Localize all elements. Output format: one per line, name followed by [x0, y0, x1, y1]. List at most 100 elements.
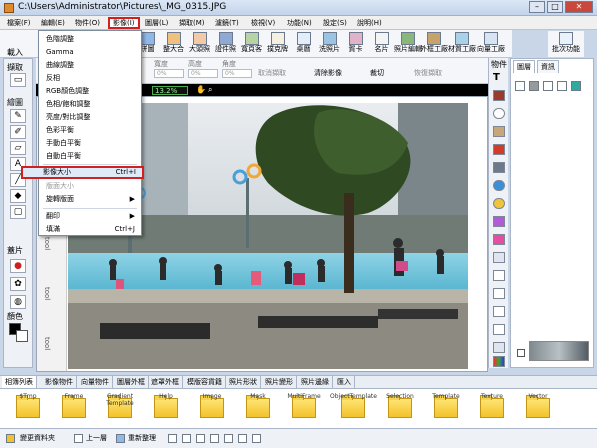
menu-item-rgb-adjust[interactable]: RGB顏色調整 — [39, 85, 141, 98]
hand-icon[interactable]: ✋ — [196, 85, 206, 94]
menu-capture[interactable]: 擷取(M) — [176, 17, 208, 29]
abc-bubble-icon[interactable] — [493, 108, 505, 119]
eraser-icon[interactable]: ▱ — [10, 141, 26, 155]
menu-image[interactable]: 影像(I) — [108, 17, 140, 29]
layer-property-icon[interactable] — [571, 81, 581, 91]
tool-texture-factory-button[interactable]: 材質工廠 — [448, 31, 476, 57]
zoom-level[interactable]: 13.2% — [152, 86, 188, 95]
folder-item[interactable]: Frame — [54, 392, 94, 428]
fill-tool-icon[interactable]: ◆ — [10, 189, 26, 203]
zoom-icon[interactable]: ⌕ — [208, 85, 212, 95]
shape-draw-icon[interactable] — [493, 234, 505, 245]
speech-bubble-icon[interactable] — [493, 270, 505, 281]
tool-poker-button[interactable]: 撲克牌 — [264, 31, 291, 57]
stamp-tool-icon[interactable]: ✿ — [10, 277, 26, 291]
clock-icon[interactable] — [493, 198, 505, 209]
maximize-button[interactable]: □ — [547, 1, 563, 13]
up-folder-icon[interactable] — [74, 434, 83, 443]
angle-field[interactable]: 0% — [222, 69, 252, 78]
view-icon[interactable] — [196, 434, 205, 443]
close-button[interactable]: ✕ — [565, 1, 593, 13]
menu-item-curves[interactable]: 曲線調整 — [39, 59, 141, 72]
pencil-icon[interactable]: ✐ — [10, 125, 26, 139]
shape-tool-icon[interactable]: ▢ — [10, 205, 26, 219]
menu-item-fill[interactable]: 填滿 Ctrl+J — [39, 223, 141, 236]
view-icon[interactable] — [238, 434, 247, 443]
menu-item-levels[interactable]: 色階調整 — [39, 33, 141, 46]
menu-item-auto-white-balance[interactable]: 自動白平衡 — [39, 150, 141, 163]
folder-open-icon[interactable] — [6, 434, 15, 443]
view-icon[interactable] — [182, 434, 191, 443]
view-icon[interactable] — [168, 434, 177, 443]
tool-greeting-card-button[interactable]: 賀卡 — [342, 31, 369, 57]
tool-id-photo-button[interactable]: 證件照 — [212, 31, 239, 57]
layer-thumbnail[interactable] — [529, 341, 589, 361]
tool-calendar-button[interactable]: 桌曆 — [290, 31, 317, 57]
menu-edit[interactable]: 編輯(E) — [38, 17, 68, 29]
text-object-icon[interactable]: T — [493, 72, 505, 83]
crop-button[interactable]: 裁切 — [370, 68, 384, 78]
menu-item-hue-saturation[interactable]: 色相/飽和調整 — [39, 98, 141, 111]
tool-wide-page-button[interactable]: 寬頁客 — [238, 31, 265, 57]
view-icon[interactable] — [210, 434, 219, 443]
restore-capture-button[interactable]: 恢復擷取 — [414, 68, 442, 78]
lips-stamp-icon[interactable]: ● — [10, 259, 26, 273]
clip-object-icon[interactable] — [493, 144, 505, 155]
height-field[interactable]: 0% — [188, 69, 218, 78]
layer-visibility-checkbox[interactable] — [517, 349, 525, 357]
menu-settings[interactable]: 設定(S) — [320, 17, 350, 29]
folder-item[interactable]: MultiFrame — [284, 392, 324, 428]
refresh-button[interactable]: 重新整理 — [128, 433, 156, 443]
change-folder-button[interactable]: 變更資料夾 — [20, 433, 55, 443]
folder-item[interactable]: Template — [426, 392, 466, 428]
palette-icon[interactable] — [493, 356, 505, 367]
folder-item[interactable]: Gradient Template — [100, 392, 140, 428]
menu-view[interactable]: 檢視(V) — [248, 17, 278, 29]
folder-item[interactable]: ObjectTemplate — [330, 392, 377, 428]
refresh-icon[interactable] — [116, 434, 125, 443]
duplicate-layer-icon[interactable] — [543, 81, 553, 91]
folder-item[interactable]: Texture — [472, 392, 512, 428]
tool-business-card-button[interactable]: 名片 — [368, 31, 395, 57]
brush-icon[interactable]: ✎ — [10, 109, 26, 123]
tool-photo-edit-button[interactable]: 照片編輯 — [394, 31, 422, 57]
tool-big-head-button[interactable]: 大頭照 — [186, 31, 213, 57]
color-picker-icon[interactable]: ◍ — [10, 295, 26, 309]
new-layer-icon[interactable] — [515, 81, 525, 91]
magnifier-icon[interactable] — [493, 180, 505, 191]
menu-item-gamma[interactable]: Gamma — [39, 46, 141, 59]
folder-item[interactable]: Selection — [380, 392, 420, 428]
cancel-capture-button[interactable]: 取消擷取 — [258, 68, 286, 78]
menu-item-rotate-canvas[interactable]: 旋轉版面 ▶ — [39, 193, 141, 206]
menu-layer[interactable]: 圖層(L) — [142, 17, 171, 29]
tab-info[interactable]: 資訊 — [537, 60, 559, 73]
menu-item-invert[interactable]: 反相 — [39, 72, 141, 85]
tab-layers[interactable]: 圖層 — [513, 60, 535, 73]
merge-layer-icon[interactable] — [557, 81, 567, 91]
tool-fun-collage-button[interactable]: 整大合 — [160, 31, 187, 57]
menu-object[interactable]: 物件(O) — [72, 17, 103, 29]
folder-item[interactable]: Mask — [238, 392, 278, 428]
menu-item-manual-white-balance[interactable]: 手動白平衡 — [39, 137, 141, 150]
tool-frame-factory-button[interactable]: 外框工廠 — [420, 31, 448, 57]
menu-help[interactable]: 說明(H) — [354, 17, 385, 29]
up-level-button[interactable]: 上一層 — [86, 433, 107, 443]
menu-function[interactable]: 功能(N) — [284, 17, 315, 29]
menu-item-image-size[interactable]: 影像大小 Ctrl+I — [21, 166, 144, 179]
tool-vector-factory-button[interactable]: 向量工廠 — [476, 31, 506, 57]
width-field[interactable]: 0% — [154, 69, 184, 78]
rect-select-tool[interactable]: ▭ — [10, 73, 26, 87]
arrow-curve-icon[interactable] — [493, 324, 505, 335]
menu-item-brightness-contrast[interactable]: 亮度/對比調整 — [39, 111, 141, 124]
clear-image-button[interactable]: 清除影像 — [314, 68, 342, 78]
minimize-button[interactable]: – — [529, 1, 545, 13]
exif-icon[interactable] — [493, 216, 505, 227]
tool-print-photo-button[interactable]: 洗照片 — [316, 31, 343, 57]
tool-batch-button[interactable]: 批次功能 — [548, 31, 584, 57]
folder-item[interactable]: Vector — [518, 392, 558, 428]
folder-item[interactable]: Help — [146, 392, 186, 428]
menu-item-reprint[interactable]: 翻印 ▶ — [39, 210, 141, 223]
help-icon[interactable] — [252, 434, 261, 443]
menu-filter[interactable]: 濾鏡(T) — [212, 17, 242, 29]
menu-item-color-balance[interactable]: 色彩平衡 — [39, 124, 141, 137]
